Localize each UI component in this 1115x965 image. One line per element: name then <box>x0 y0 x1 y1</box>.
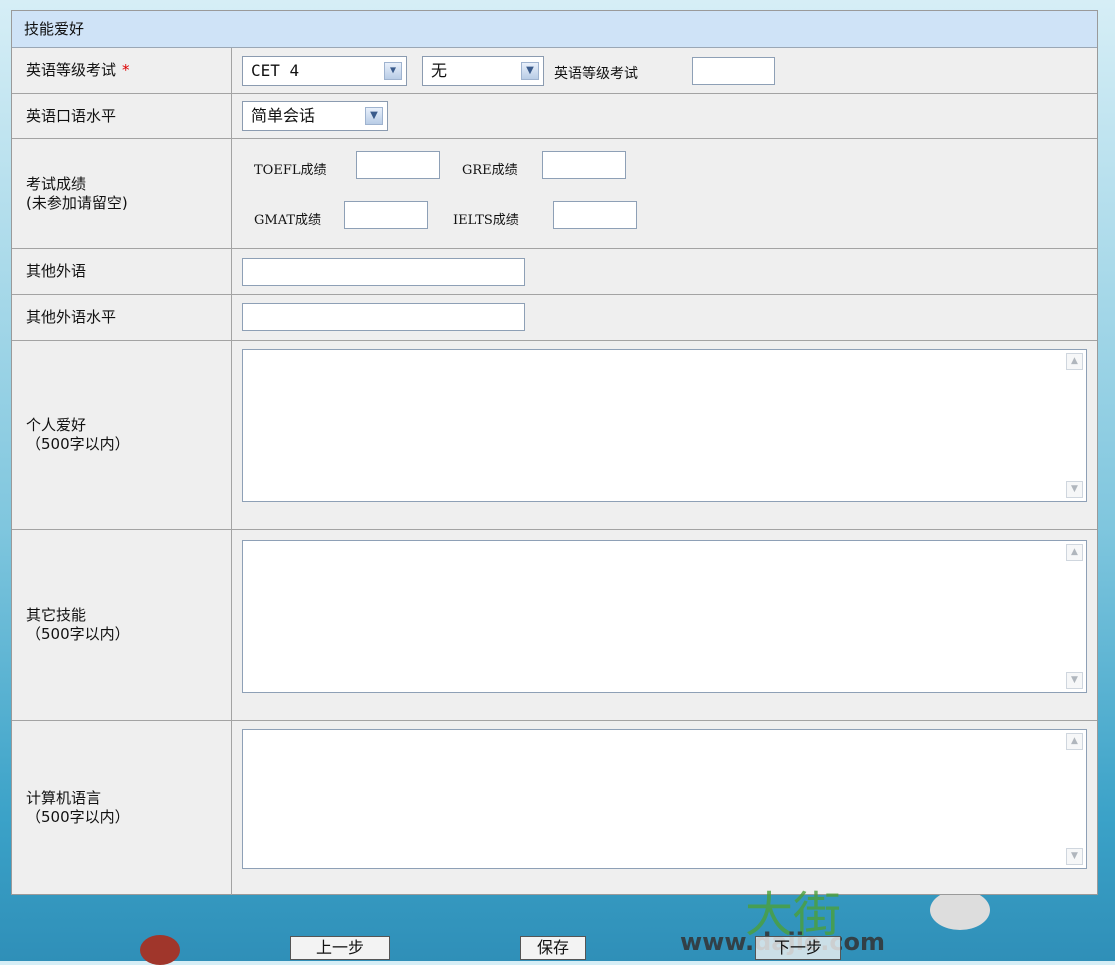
scroll-up-icon[interactable]: ▲ <box>1066 733 1083 750</box>
other-language-level-input[interactable] <box>242 303 525 331</box>
field-cell: CET 4 ▼ 无 ▼ 英语等级考试 <box>232 48 1097 93</box>
toefl-input[interactable] <box>356 151 440 179</box>
other-language-input[interactable] <box>242 258 525 286</box>
english-level-value: CET 4 <box>251 61 300 80</box>
computer-textarea[interactable]: ▲ ▼ <box>242 729 1087 869</box>
spoken-level-value: 简单会话 <box>251 106 316 125</box>
label-cell: 其他外语 <box>12 249 232 294</box>
scroll-up-icon[interactable]: ▲ <box>1066 544 1083 561</box>
field-cell <box>232 249 1097 294</box>
label-cell: 英语口语水平 <box>12 94 232 138</box>
label-cell: 其它技能 （500字以内） <box>12 530 232 720</box>
gmat-input[interactable] <box>344 201 428 229</box>
row-hobbies: 个人爱好 （500字以内） ▲ ▼ <box>12 341 1097 530</box>
spoken-english-label: 英语口语水平 <box>26 106 117 125</box>
field-cell: TOEFL成绩 GRE成绩 GMAT成绩 IELTS成绩 <box>232 139 1097 248</box>
hobbies-label: 个人爱好 <box>26 416 87 434</box>
save-button[interactable]: 保存 <box>520 936 586 960</box>
label-cell: 个人爱好 （500字以内） <box>12 341 232 529</box>
english-score-label: 英语等级考试 <box>554 66 638 82</box>
label-cell: 英语等级考试 * <box>12 48 232 93</box>
english-exam-label: 英语等级考试 <box>26 61 117 79</box>
computer-label: 计算机语言 <box>26 789 102 807</box>
skills-form: 技能爱好 英语等级考试 * CET 4 ▼ 无 ▼ 英语等级考试 英语口语水平 简… <box>11 10 1098 895</box>
toefl-label: TOEFL成绩 <box>254 163 327 178</box>
english-score-select[interactable]: 无 ▼ <box>422 56 544 86</box>
ielts-label: IELTS成绩 <box>453 213 519 228</box>
row-test-scores: 考试成绩 (未参加请留空) TOEFL成绩 GRE成绩 GMAT成绩 IELTS… <box>12 139 1097 249</box>
row-other-skills: 其它技能 （500字以内） ▲ ▼ <box>12 530 1097 721</box>
row-other-language-level: 其他外语水平 <box>12 295 1097 341</box>
chevron-down-icon[interactable]: ▼ <box>521 62 539 80</box>
field-cell: 简单会话 ▼ <box>232 94 1097 138</box>
hobbies-limit: （500字以内） <box>26 435 130 453</box>
chevron-down-icon[interactable]: ▼ <box>384 62 402 80</box>
scroll-up-icon[interactable]: ▲ <box>1066 353 1083 370</box>
english-score-input[interactable] <box>692 57 775 85</box>
scroll-down-icon[interactable]: ▼ <box>1066 672 1083 689</box>
label-cell: 考试成绩 (未参加请留空) <box>12 139 232 248</box>
english-score-value: 无 <box>431 61 448 80</box>
required-mark: * <box>122 61 130 79</box>
spoken-level-select[interactable]: 简单会话 ▼ <box>242 101 388 131</box>
other-language-label: 其他外语 <box>26 262 87 280</box>
skills-textarea[interactable]: ▲ ▼ <box>242 540 1087 693</box>
next-step-button[interactable]: 下一步 <box>755 936 841 960</box>
row-english-exam: 英语等级考试 * CET 4 ▼ 无 ▼ 英语等级考试 <box>12 48 1097 94</box>
skills-label: 其它技能 <box>26 606 87 624</box>
scroll-down-icon[interactable]: ▼ <box>1066 481 1083 498</box>
label-cell: 计算机语言 （500字以内） <box>12 721 232 895</box>
section-title: 技能爱好 <box>12 11 1097 48</box>
english-level-select[interactable]: CET 4 ▼ <box>242 56 407 86</box>
gmat-label: GMAT成绩 <box>254 213 322 228</box>
gre-label: GRE成绩 <box>462 163 518 178</box>
computer-limit: （500字以内） <box>26 808 130 826</box>
row-spoken-english: 英语口语水平 简单会话 ▼ <box>12 94 1097 139</box>
row-other-language: 其他外语 <box>12 249 1097 295</box>
prev-step-button[interactable]: 上一步 <box>290 936 390 960</box>
chevron-down-icon[interactable]: ▼ <box>365 107 383 125</box>
scores-hint: (未参加请留空) <box>26 193 128 212</box>
field-cell: ▲ ▼ <box>232 341 1097 529</box>
row-computer-languages: 计算机语言 （500字以内） ▲ ▼ <box>12 721 1097 895</box>
field-cell: ▲ ▼ <box>232 721 1097 895</box>
scroll-down-icon[interactable]: ▼ <box>1066 848 1083 865</box>
field-cell <box>232 295 1097 340</box>
hobbies-textarea[interactable]: ▲ ▼ <box>242 349 1087 502</box>
gre-input[interactable] <box>542 151 626 179</box>
ielts-input[interactable] <box>553 201 637 229</box>
label-cell: 其他外语水平 <box>12 295 232 340</box>
other-language-level-label: 其他外语水平 <box>26 308 117 326</box>
background-decoration <box>930 890 990 930</box>
skills-limit: （500字以内） <box>26 625 130 643</box>
scores-label: 考试成绩 <box>26 174 87 193</box>
field-cell: ▲ ▼ <box>232 530 1097 720</box>
